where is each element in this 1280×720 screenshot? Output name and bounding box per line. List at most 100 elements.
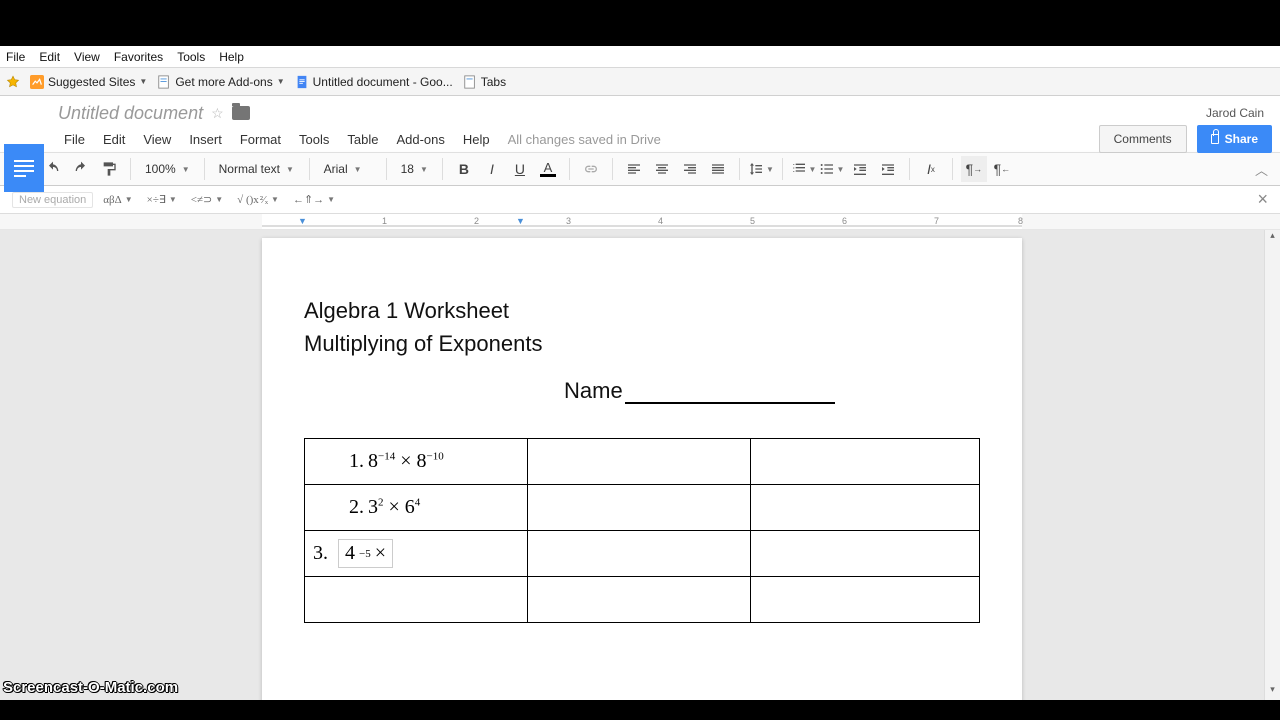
align-center-button[interactable] [649, 156, 675, 182]
bookmark-tabs[interactable]: Tabs [463, 75, 506, 89]
clear-formatting-button[interactable]: Ix [918, 156, 944, 182]
bookmark-label: Suggested Sites [48, 75, 135, 89]
separator [204, 158, 205, 180]
size-value: 18 [401, 162, 414, 176]
rtl-button[interactable]: ¶← [989, 156, 1015, 182]
answer-cell[interactable] [750, 439, 980, 485]
eq-relations[interactable]: <≠⊃▼ [187, 193, 227, 206]
align-right-button[interactable] [677, 156, 703, 182]
name-field-line[interactable]: Name [564, 378, 980, 404]
menu-file[interactable]: File [56, 130, 93, 149]
horizontal-ruler[interactable]: ▼ 1 2 ▼ 3 4 5 6 7 8 [0, 214, 1280, 230]
separator [909, 158, 910, 180]
text-color-button[interactable]: A [535, 156, 561, 182]
problem-cell[interactable]: 3.4−5 × [305, 531, 528, 577]
bookmark-get-addons[interactable]: Get more Add-ons ▼ [157, 75, 284, 89]
table-row[interactable] [305, 577, 980, 623]
align-left-button[interactable] [621, 156, 647, 182]
eq-arrows[interactable]: ←⇑→▼ [289, 193, 339, 206]
answer-cell[interactable] [527, 485, 750, 531]
dropdown-icon: ▼ [215, 195, 223, 204]
browser-menu-edit[interactable]: Edit [39, 50, 60, 64]
menu-view[interactable]: View [135, 130, 179, 149]
user-name[interactable]: Jarod Cain [1206, 106, 1264, 120]
redo-button[interactable] [68, 156, 94, 182]
eq-math-ops[interactable]: √ ()x ²⁄ₓ▼ [233, 194, 283, 206]
font-family-select[interactable]: Arial▼ [318, 157, 378, 181]
decrease-indent-button[interactable] [847, 156, 873, 182]
ruler-indent-marker[interactable]: ▼ [298, 216, 307, 226]
line-spacing-button[interactable]: ▼ [748, 156, 774, 182]
answer-cell[interactable] [527, 439, 750, 485]
problem-cell[interactable] [305, 577, 528, 623]
menu-table[interactable]: Table [339, 130, 386, 149]
browser-menu-favorites[interactable]: Favorites [114, 50, 163, 64]
insert-link-button[interactable] [578, 156, 604, 182]
table-row[interactable]: 3.4−5 × [305, 531, 980, 577]
paint-format-button[interactable] [96, 156, 122, 182]
zoom-select[interactable]: 100%▼ [139, 157, 196, 181]
ruler-tab-marker[interactable]: ▼ [516, 216, 525, 226]
table-row[interactable]: 2.32 × 64 [305, 485, 980, 531]
share-button[interactable]: Share [1197, 125, 1272, 153]
problem-cell[interactable]: 1.8−14 × 8−10 [305, 439, 528, 485]
bulleted-list-button[interactable]: ▼ [819, 156, 845, 182]
answer-cell[interactable] [750, 531, 980, 577]
scroll-down-button[interactable]: ▾ [1265, 684, 1280, 700]
problem-expression[interactable]: 8−14 × 8−10 [368, 450, 444, 473]
vertical-scrollbar[interactable]: ▴ ▾ [1264, 230, 1280, 700]
problem-expression[interactable]: 4−5 × [338, 539, 393, 568]
problem-expression[interactable]: 32 × 64 [368, 496, 420, 519]
document-canvas[interactable]: Algebra 1 Worksheet Multiplying of Expon… [0, 230, 1280, 700]
bookmark-untitled-doc-tab[interactable]: Untitled document - Goo... [295, 75, 453, 89]
ltr-button[interactable]: ¶→ [961, 156, 987, 182]
dropdown-icon: ▼ [169, 195, 177, 204]
close-equation-bar-button[interactable]: × [1257, 189, 1268, 210]
separator [952, 158, 953, 180]
star-icon[interactable]: ☆ [211, 105, 224, 122]
browser-menu-view[interactable]: View [74, 50, 100, 64]
doc-heading-1[interactable]: Algebra 1 Worksheet [304, 294, 980, 327]
name-underline [625, 382, 835, 404]
problems-table[interactable]: 1.8−14 × 8−102.32 × 643.4−5 × [304, 438, 980, 623]
bold-button[interactable]: B [451, 156, 477, 182]
google-docs-logo[interactable] [4, 144, 44, 192]
problem-cell[interactable]: 2.32 × 64 [305, 485, 528, 531]
menu-tools[interactable]: Tools [291, 130, 337, 149]
answer-cell[interactable] [527, 577, 750, 623]
ruler-number: 4 [658, 216, 663, 226]
table-row[interactable]: 1.8−14 × 8−10 [305, 439, 980, 485]
eq-greek-letters[interactable]: αβΔ▼ [99, 194, 136, 206]
comments-button[interactable]: Comments [1099, 125, 1187, 153]
align-justify-button[interactable] [705, 156, 731, 182]
answer-cell[interactable] [750, 577, 980, 623]
increase-indent-button[interactable] [875, 156, 901, 182]
new-equation-button[interactable]: New equation [12, 192, 93, 208]
underline-button[interactable]: U [507, 156, 533, 182]
eq-operators[interactable]: ×÷∃▼ [143, 193, 181, 206]
bookmark-suggested-sites[interactable]: Suggested Sites ▼ [30, 75, 147, 89]
italic-button[interactable]: I [479, 156, 505, 182]
menu-format[interactable]: Format [232, 130, 289, 149]
numbered-list-button[interactable]: ▼ [791, 156, 817, 182]
font-size-select[interactable]: 18▼ [395, 157, 434, 181]
answer-cell[interactable] [527, 531, 750, 577]
browser-menu-help[interactable]: Help [219, 50, 244, 64]
document-page[interactable]: Algebra 1 Worksheet Multiplying of Expon… [262, 238, 1022, 700]
browser-menu-tools[interactable]: Tools [177, 50, 205, 64]
dropdown-icon: ▼ [354, 165, 362, 174]
folder-icon[interactable] [232, 106, 250, 120]
browser-menu-file[interactable]: File [6, 50, 25, 64]
document-title[interactable]: Untitled document [58, 103, 203, 124]
menu-insert[interactable]: Insert [181, 130, 230, 149]
paragraph-style-select[interactable]: Normal text▼ [213, 157, 301, 181]
answer-cell[interactable] [750, 485, 980, 531]
menu-edit[interactable]: Edit [95, 130, 133, 149]
menu-addons[interactable]: Add-ons [388, 130, 452, 149]
menu-help[interactable]: Help [455, 130, 498, 149]
scroll-up-button[interactable]: ▴ [1265, 230, 1280, 246]
separator [739, 158, 740, 180]
collapse-toolbar-button[interactable]: ︿ [1255, 160, 1268, 179]
favorites-star-icon[interactable] [6, 75, 20, 89]
doc-heading-2[interactable]: Multiplying of Exponents [304, 327, 980, 360]
